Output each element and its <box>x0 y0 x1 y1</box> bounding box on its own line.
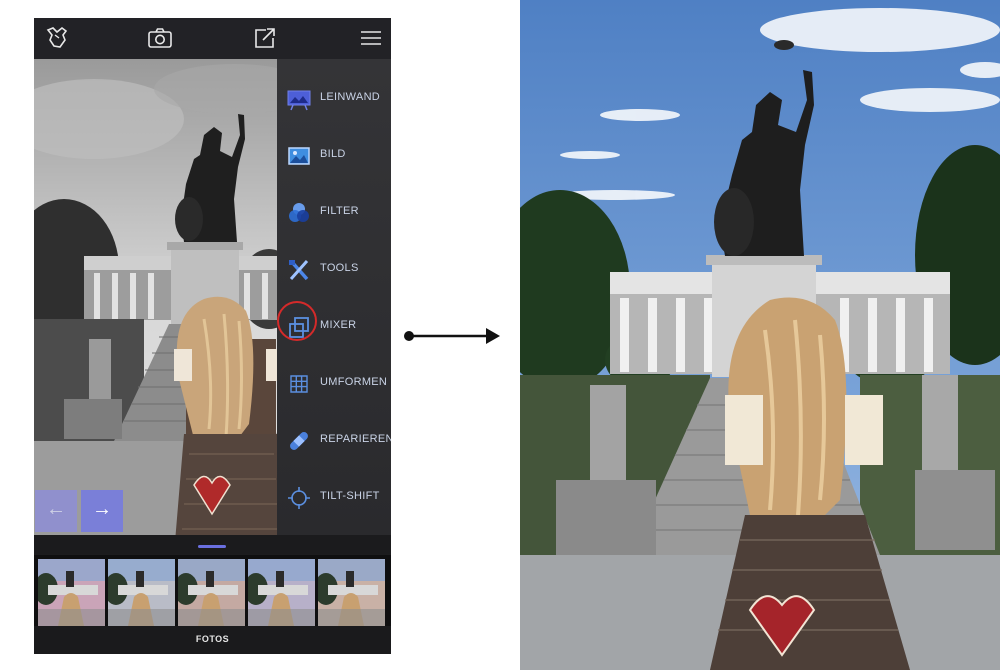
top-toolbar <box>34 18 391 59</box>
filmstrip-thumbnail[interactable] <box>38 559 105 626</box>
brand-logo-icon[interactable] <box>44 26 70 50</box>
phone-screen: LEINWAND BILD FILTER TOOLS MIXER UMFORME… <box>34 18 391 654</box>
arrow-right-icon: → <box>92 498 112 520</box>
menu-item-umformen[interactable]: UMFORMEN <box>277 364 391 404</box>
share-icon[interactable] <box>252 26 278 50</box>
canvas-icon <box>287 90 311 111</box>
image-icon <box>288 147 310 165</box>
repair-icon <box>290 432 308 450</box>
menu-label-mixer: MIXER <box>320 319 357 331</box>
mixer-highlight-ring <box>277 301 317 341</box>
camera-icon[interactable] <box>147 26 173 50</box>
menu-item-tools[interactable]: TOOLS <box>277 250 391 290</box>
menu-item-filter[interactable]: FILTER <box>277 193 391 233</box>
filmstrip-thumbnail[interactable] <box>248 559 315 626</box>
menu-label-umformen: UMFORMEN <box>320 376 388 388</box>
arrow-left-icon: ← <box>46 498 66 520</box>
filmstrip-thumbnail[interactable] <box>178 559 245 626</box>
transform-icon <box>290 375 308 393</box>
edit-menu-panel: LEINWAND BILD FILTER TOOLS MIXER UMFORME… <box>277 59 391 535</box>
menu-item-leinwand[interactable]: LEINWAND <box>277 79 391 119</box>
menu-item-bild[interactable]: BILD <box>277 136 391 176</box>
filmstrip-thumbnail[interactable] <box>318 559 385 626</box>
result-photo <box>520 0 1000 670</box>
menu-label-leinwand: LEINWAND <box>320 91 381 103</box>
menu-label-bild: BILD <box>320 148 346 160</box>
filmstrip <box>34 555 391 627</box>
tools-icon <box>289 259 309 281</box>
filmstrip-thumbnail[interactable] <box>108 559 175 626</box>
menu-item-tilt-shift[interactable]: TILT-SHIFT <box>277 478 391 518</box>
filter-icon <box>289 203 309 222</box>
filmstrip-drag-handle[interactable] <box>198 545 226 548</box>
menu-label-tools: TOOLS <box>320 262 359 274</box>
menu-icon[interactable] <box>358 26 384 50</box>
next-button[interactable]: → <box>81 490 123 532</box>
tab-fotos[interactable]: FOTOS <box>34 634 391 644</box>
menu-label-tilt-shift: TILT-SHIFT <box>320 490 380 502</box>
edited-photo-color <box>520 0 1000 670</box>
menu-label-reparieren: REPARIEREN <box>320 433 391 445</box>
before-after-arrow-icon <box>404 328 500 344</box>
tilt-shift-icon <box>288 487 310 509</box>
menu-item-reparieren[interactable]: REPARIEREN <box>277 421 391 461</box>
previous-button[interactable]: ← <box>35 490 77 532</box>
menu-label-filter: FILTER <box>320 205 359 217</box>
